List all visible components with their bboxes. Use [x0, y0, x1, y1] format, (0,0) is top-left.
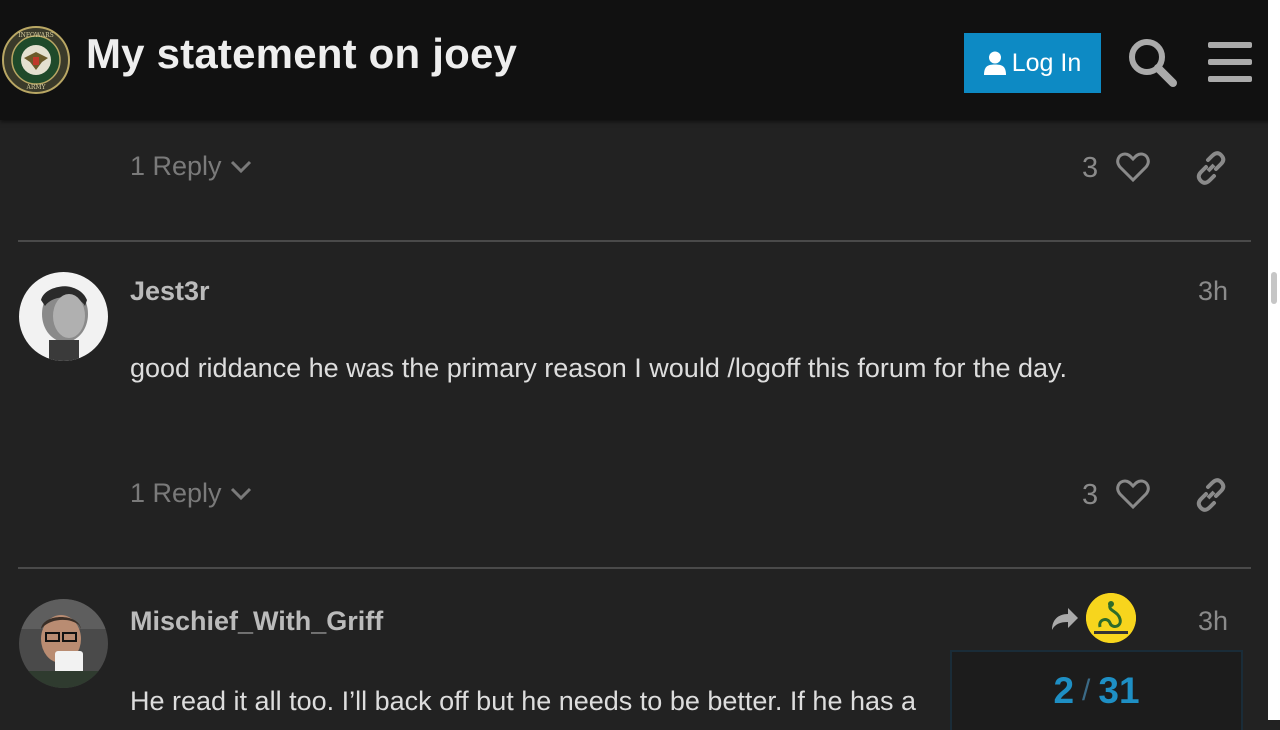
post-divider [18, 567, 1251, 569]
post-username[interactable]: Jest3r [130, 276, 210, 307]
hamburger-menu-icon[interactable] [1206, 40, 1254, 84]
scrollbar-thumb[interactable] [1271, 272, 1277, 304]
svg-text:ARMY: ARMY [26, 84, 47, 91]
post-body: good riddance he was the primary reason … [130, 353, 1068, 383]
chevron-down-icon [230, 487, 251, 500]
post-date[interactable]: 3h [1198, 606, 1228, 637]
avatar[interactable] [19, 272, 108, 361]
user-icon [983, 51, 1006, 75]
progress-current: 2 [1053, 670, 1075, 711]
post-date[interactable]: 3h [1198, 276, 1228, 307]
scrollbar-track[interactable] [1268, 0, 1280, 720]
site-header: INFOWARS ARMY My statement on joey Log I… [0, 0, 1280, 120]
post-divider [18, 240, 1251, 242]
post-username[interactable]: Mischief_With_Griff [130, 606, 383, 637]
svg-text:INFOWARS: INFOWARS [18, 32, 54, 39]
search-icon[interactable] [1126, 36, 1178, 88]
heart-icon[interactable] [1116, 151, 1150, 183]
like-count[interactable]: 3 [1082, 479, 1098, 512]
progress-separator: / [1082, 674, 1091, 707]
avatar[interactable] [19, 599, 108, 688]
heart-icon[interactable] [1116, 478, 1150, 510]
gadsden-flag-flair-icon[interactable] [1086, 593, 1136, 643]
login-label: Log In [1011, 48, 1082, 77]
replies-label: 1 Reply [130, 478, 222, 508]
replies-label: 1 Reply [130, 151, 222, 181]
infowars-army-logo-icon[interactable]: INFOWARS ARMY [2, 26, 70, 94]
link-icon[interactable] [1194, 478, 1228, 512]
like-count[interactable]: 3 [1082, 152, 1098, 185]
topic-progress[interactable]: 2 / 31 [950, 650, 1243, 730]
reply-arrow-icon[interactable] [1050, 606, 1080, 632]
post-body: He read it all too. I’ll back off but he… [130, 686, 917, 716]
progress-total: 31 [1098, 670, 1140, 711]
page-title[interactable]: My statement on joey [86, 30, 517, 78]
link-icon[interactable] [1194, 151, 1228, 185]
chevron-down-icon [230, 160, 251, 173]
login-button[interactable]: Log In [964, 33, 1101, 93]
replies-toggle-button[interactable]: 1 Reply [130, 151, 252, 182]
replies-toggle-button[interactable]: 1 Reply [130, 478, 252, 509]
